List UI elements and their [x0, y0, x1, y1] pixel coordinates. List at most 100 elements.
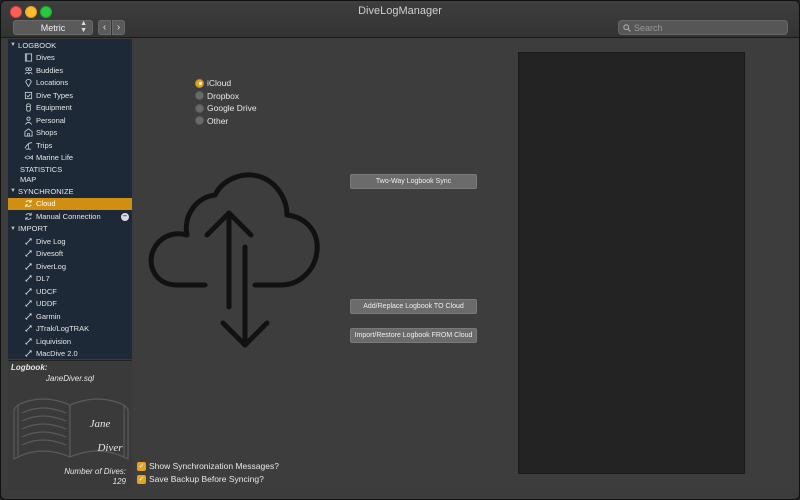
disclosure-triangle-icon: ▼: [10, 188, 17, 195]
sidebar-item-dives[interactable]: Dives: [8, 52, 132, 65]
signature-first: Jane: [90, 418, 111, 430]
two-way-sync-button[interactable]: Two-Way Logbook Sync: [350, 174, 477, 189]
forward-button[interactable]: ›: [112, 20, 125, 35]
trip-icon: [24, 141, 33, 150]
sidebar-item-label: JTrak/LogTRAK: [36, 324, 90, 334]
sidebar-item-label: MacDive 2.0: [36, 349, 78, 359]
sidebar-item-label: Dives: [36, 53, 55, 63]
chevron-right-icon: ›: [116, 21, 121, 33]
sidebar-item-label: Shops: [36, 128, 58, 138]
show-sync-messages-label: Show Synchronization Messages?: [149, 461, 279, 471]
logbook-file-name: JaneDiver.sql: [45, 374, 95, 383]
sidebar-item-map[interactable]: MAP: [8, 175, 132, 186]
search-field[interactable]: Search: [618, 20, 788, 35]
radio-button-icon[interactable]: [195, 78, 204, 88]
sidebar-item-label: Trips: [36, 140, 53, 150]
sidebar-item-trips[interactable]: Trips: [8, 139, 132, 152]
sidebar-item-label: UDCF: [36, 286, 57, 296]
open-book-illustration: Jane Diver: [13, 398, 129, 460]
save-backup-label: Save Backup Before Syncing?: [149, 474, 264, 484]
app-window: DiveLogManager Metric ▲ ▼ ‹ › Search ▼ LO…: [0, 0, 800, 500]
sync-main-panel: iCloud Dropbox Google Drive Other Two-Wa…: [133, 39, 799, 489]
sidebar-item-label: Garmin: [36, 311, 61, 321]
import-icon: [24, 287, 33, 296]
sidebar-item-dive-log[interactable]: Dive Log: [8, 235, 132, 248]
location-icon: [24, 78, 33, 88]
sidebar-item-label: Liquivision: [36, 336, 72, 346]
dive-count-label: Number of Dives:: [64, 467, 126, 476]
radio-button-icon[interactable]: [195, 103, 204, 113]
checkmark-icon[interactable]: ✓: [137, 461, 146, 471]
radio-dropbox[interactable]: Dropbox: [195, 90, 257, 103]
sidebar: ▼ LOGBOOK Dives Buddies Locations Dive Type…: [8, 39, 132, 359]
import-restore-from-cloud-button[interactable]: Import/Restore Logbook FROM Cloud: [350, 328, 477, 343]
sidebar-item-buddies[interactable]: Buddies: [8, 64, 132, 77]
sidebar-item-label: Dive Types: [36, 90, 73, 100]
radio-button-icon[interactable]: [195, 91, 204, 101]
sidebar-item-macdive-2-0[interactable]: MacDive 2.0: [8, 348, 132, 360]
sidebar-item-liquivision[interactable]: Liquivision: [8, 335, 132, 348]
sidebar-item-dl7[interactable]: DL7: [8, 273, 132, 286]
people-icon: [24, 66, 33, 75]
sidebar-item-cloud[interactable]: Cloud: [8, 197, 132, 210]
sidebar-item-statistics[interactable]: STATISTICS: [8, 164, 132, 175]
sidebar-item-shops[interactable]: Shops: [8, 127, 132, 140]
sidebar-item-manual-connection[interactable]: Manual Connection –: [8, 210, 132, 223]
remove-icon[interactable]: –: [121, 212, 129, 221]
cloud-provider-radio-group: iCloud Dropbox Google Drive Other: [195, 77, 257, 127]
fish-icon: [24, 153, 33, 162]
person-icon: [24, 116, 33, 125]
sidebar-item-personal[interactable]: Personal: [8, 114, 132, 127]
sidebar-item-diverlog[interactable]: DiverLog: [8, 260, 132, 273]
signature-last: Diver: [96, 442, 123, 454]
sidebar-item-equipment[interactable]: Equipment: [8, 102, 132, 115]
sidebar-item-label: Cloud: [36, 199, 56, 209]
import-icon: [24, 249, 33, 258]
sidebar-section-synchronize[interactable]: ▼ SYNCHRONIZE: [8, 185, 132, 198]
units-select[interactable]: Metric ▲ ▼: [13, 20, 93, 35]
disclosure-triangle-icon: ▼: [10, 42, 17, 49]
chevron-left-icon: ‹: [102, 21, 107, 33]
sidebar-item-marine-life[interactable]: Marine Life: [8, 152, 132, 165]
sidebar-section-logbook[interactable]: ▼ LOGBOOK: [8, 39, 132, 52]
sidebar-item-garmin[interactable]: Garmin: [8, 310, 132, 323]
sidebar-item-divesoft[interactable]: Divesoft: [8, 248, 132, 261]
sidebar-section-import[interactable]: ▼ IMPORT: [8, 223, 132, 236]
radio-icloud[interactable]: iCloud: [195, 77, 257, 90]
sidebar-item-label: DiverLog: [36, 261, 67, 271]
checkmark-icon[interactable]: ✓: [137, 474, 146, 484]
radio-other[interactable]: Other: [195, 115, 257, 128]
import-icon: [24, 337, 33, 346]
sidebar-item-locations[interactable]: Locations: [8, 77, 132, 90]
import-icon: [24, 299, 33, 308]
sidebar-item-label: Locations: [36, 78, 69, 88]
sidebar-item-label: Personal: [36, 115, 66, 125]
import-icon: [24, 349, 33, 358]
import-icon: [24, 312, 33, 321]
chevron-updown-icon: ▲ ▼: [80, 20, 87, 34]
show-sync-messages-checkbox-row[interactable]: ✓ Show Synchronization Messages?: [137, 461, 279, 471]
cloud-sync-icon: [148, 172, 320, 348]
add-replace-to-cloud-button[interactable]: Add/Replace Logbook TO Cloud: [350, 299, 477, 314]
sidebar-item-label: UDDF: [36, 299, 57, 309]
checklist-icon: [24, 91, 33, 100]
save-backup-checkbox-row[interactable]: ✓ Save Backup Before Syncing?: [137, 474, 264, 484]
sync-icon: [24, 199, 33, 208]
sidebar-item-dive-types[interactable]: Dive Types: [8, 89, 132, 102]
sidebar-item-jtrak-logtrak[interactable]: JTrak/LogTRAK: [8, 323, 132, 336]
radio-google-drive[interactable]: Google Drive: [195, 102, 257, 115]
disclosure-triangle-icon: ▼: [10, 225, 17, 232]
search-icon: [623, 23, 631, 32]
sync-icon: [24, 212, 33, 221]
import-icon: [24, 237, 33, 246]
sidebar-item-label: Marine Life: [36, 153, 74, 163]
sidebar-item-udcf[interactable]: UDCF: [8, 285, 132, 298]
equipment-icon: [24, 103, 33, 112]
sidebar-item-label: Manual Connection: [36, 211, 101, 221]
radio-button-icon[interactable]: [195, 116, 204, 126]
logbook-label: Logbook:: [11, 363, 48, 372]
import-icon: [24, 262, 33, 271]
sidebar-item-uddf[interactable]: UDDF: [8, 298, 132, 311]
shop-icon: [24, 128, 33, 137]
back-button[interactable]: ‹: [98, 20, 111, 35]
